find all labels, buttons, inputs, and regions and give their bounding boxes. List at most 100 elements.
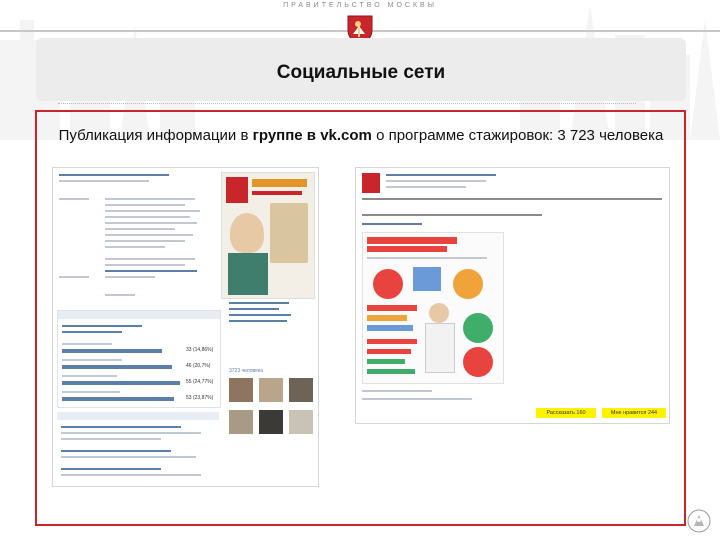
menu-item[interactable]	[229, 308, 279, 310]
post-author-line[interactable]	[386, 174, 496, 176]
text-line	[105, 228, 175, 230]
poll-result: 55 (24,77%)	[186, 379, 214, 385]
poll-bar	[62, 381, 180, 385]
avatar[interactable]	[259, 378, 283, 402]
poll-option-line	[62, 375, 117, 377]
text-line	[105, 258, 195, 260]
text-line	[105, 216, 190, 218]
poll-option-line	[62, 343, 112, 345]
stat-circle-icon	[453, 269, 483, 299]
text-line	[105, 294, 135, 296]
text-line	[105, 246, 165, 248]
slide-title: Социальные сети	[276, 62, 446, 83]
vk-post-screenshot: Мне нравится 244 Рассказать 160	[355, 167, 670, 424]
stat-circle-icon	[373, 269, 403, 299]
person-body-illustration	[425, 323, 455, 373]
post-text-line	[386, 186, 466, 188]
post-footer-line	[362, 398, 472, 400]
poll-question-line	[62, 331, 122, 333]
vk-group-screenshot: 33 (14,86%) 46 (20,7%) 55 (24,77%) 53 (2…	[52, 167, 319, 487]
subtitle-post: о программе стажировок: 3 723 человека	[371, 127, 664, 144]
infographic-bar	[367, 349, 411, 354]
members-count[interactable]: 3723 человека	[229, 368, 263, 374]
person-head-illustration	[429, 303, 449, 323]
discussion-snippet	[61, 432, 201, 434]
group-title-line	[59, 174, 169, 176]
infographic-bar	[367, 359, 405, 364]
infographic-bar	[367, 325, 413, 331]
discussion-snippet	[61, 456, 196, 458]
poll-bar	[62, 349, 162, 353]
subtitle-pre: Публикация информации в	[58, 127, 253, 144]
discussion-title[interactable]	[61, 468, 161, 470]
man-jacket-illustration	[228, 253, 268, 295]
poll-header	[58, 311, 220, 319]
label-line	[59, 198, 89, 200]
discussion-title[interactable]	[61, 450, 171, 452]
post-footer-line	[362, 390, 432, 392]
poll-question-line	[62, 325, 142, 327]
discussion-snippet	[61, 474, 201, 476]
poll-bar	[62, 365, 172, 369]
shares-highlight[interactable]: Рассказать 160	[536, 408, 596, 418]
post-text-line	[362, 198, 662, 200]
infographic-bar	[367, 315, 407, 321]
discussions-block	[57, 412, 219, 482]
avatar[interactable]	[229, 410, 253, 434]
poll-result: 33 (14,86%)	[186, 347, 214, 353]
building-illustration	[270, 203, 308, 263]
menu-item[interactable]	[229, 302, 289, 304]
poll-result: 53 (23,87%)	[186, 395, 214, 401]
poster-subtitle-block	[252, 191, 302, 195]
text-line	[105, 240, 185, 242]
stat-circle-icon	[463, 313, 493, 343]
post-more-link[interactable]	[362, 223, 422, 225]
discussions-header	[57, 412, 219, 420]
stat-circle-icon	[463, 347, 493, 377]
infographic-text-line	[367, 257, 487, 259]
avatar[interactable]	[289, 410, 313, 434]
infographic-bar	[367, 339, 417, 344]
moscow-emblem-icon	[687, 509, 711, 533]
man-face-illustration	[230, 213, 264, 253]
poster-title-block	[252, 179, 307, 187]
poll-result: 46 (20,7%)	[186, 363, 211, 369]
title-underline	[58, 103, 636, 104]
menu-item[interactable]	[229, 320, 287, 322]
avatar[interactable]	[229, 378, 253, 402]
poll-option-line	[62, 359, 122, 361]
infographic-bar	[367, 305, 417, 311]
group-avatar-poster[interactable]	[221, 172, 315, 299]
member-avatars	[229, 378, 315, 438]
slide-subtitle: Публикация информации в группе в vk.com …	[46, 127, 676, 145]
discussion-snippet	[61, 438, 161, 440]
text-line	[105, 234, 193, 236]
org-name: ПРАВИТЕЛЬСТВО МОСКВЫ	[283, 2, 437, 9]
infographic-bar	[367, 369, 415, 374]
text-line	[105, 222, 197, 224]
label-line	[59, 276, 89, 278]
discussion-title[interactable]	[61, 426, 181, 428]
text-line	[105, 198, 195, 200]
post-author-avatar[interactable]	[362, 173, 380, 193]
text-line	[105, 276, 155, 278]
post-date-line	[386, 180, 486, 182]
poll-option-line	[62, 391, 120, 393]
likes-highlight[interactable]: Мне нравится 244	[602, 408, 666, 418]
avatar[interactable]	[289, 378, 313, 402]
text-line	[105, 210, 200, 212]
menu-item[interactable]	[229, 314, 291, 316]
infographic-title-block	[367, 237, 457, 244]
text-line	[105, 204, 185, 206]
logo-block	[226, 177, 248, 203]
infographic-image[interactable]	[362, 232, 504, 384]
poll-block: 33 (14,86%) 46 (20,7%) 55 (24,77%) 53 (2…	[57, 310, 221, 408]
chart-block	[413, 267, 441, 291]
infographic-title-block	[367, 246, 447, 252]
avatar[interactable]	[259, 410, 283, 434]
subtitle-bold: группе в vk.com	[252, 127, 372, 144]
post-text-line	[362, 214, 542, 216]
poll-bar	[62, 397, 174, 401]
link-line[interactable]	[105, 270, 197, 272]
group-subtitle-line	[59, 180, 149, 182]
